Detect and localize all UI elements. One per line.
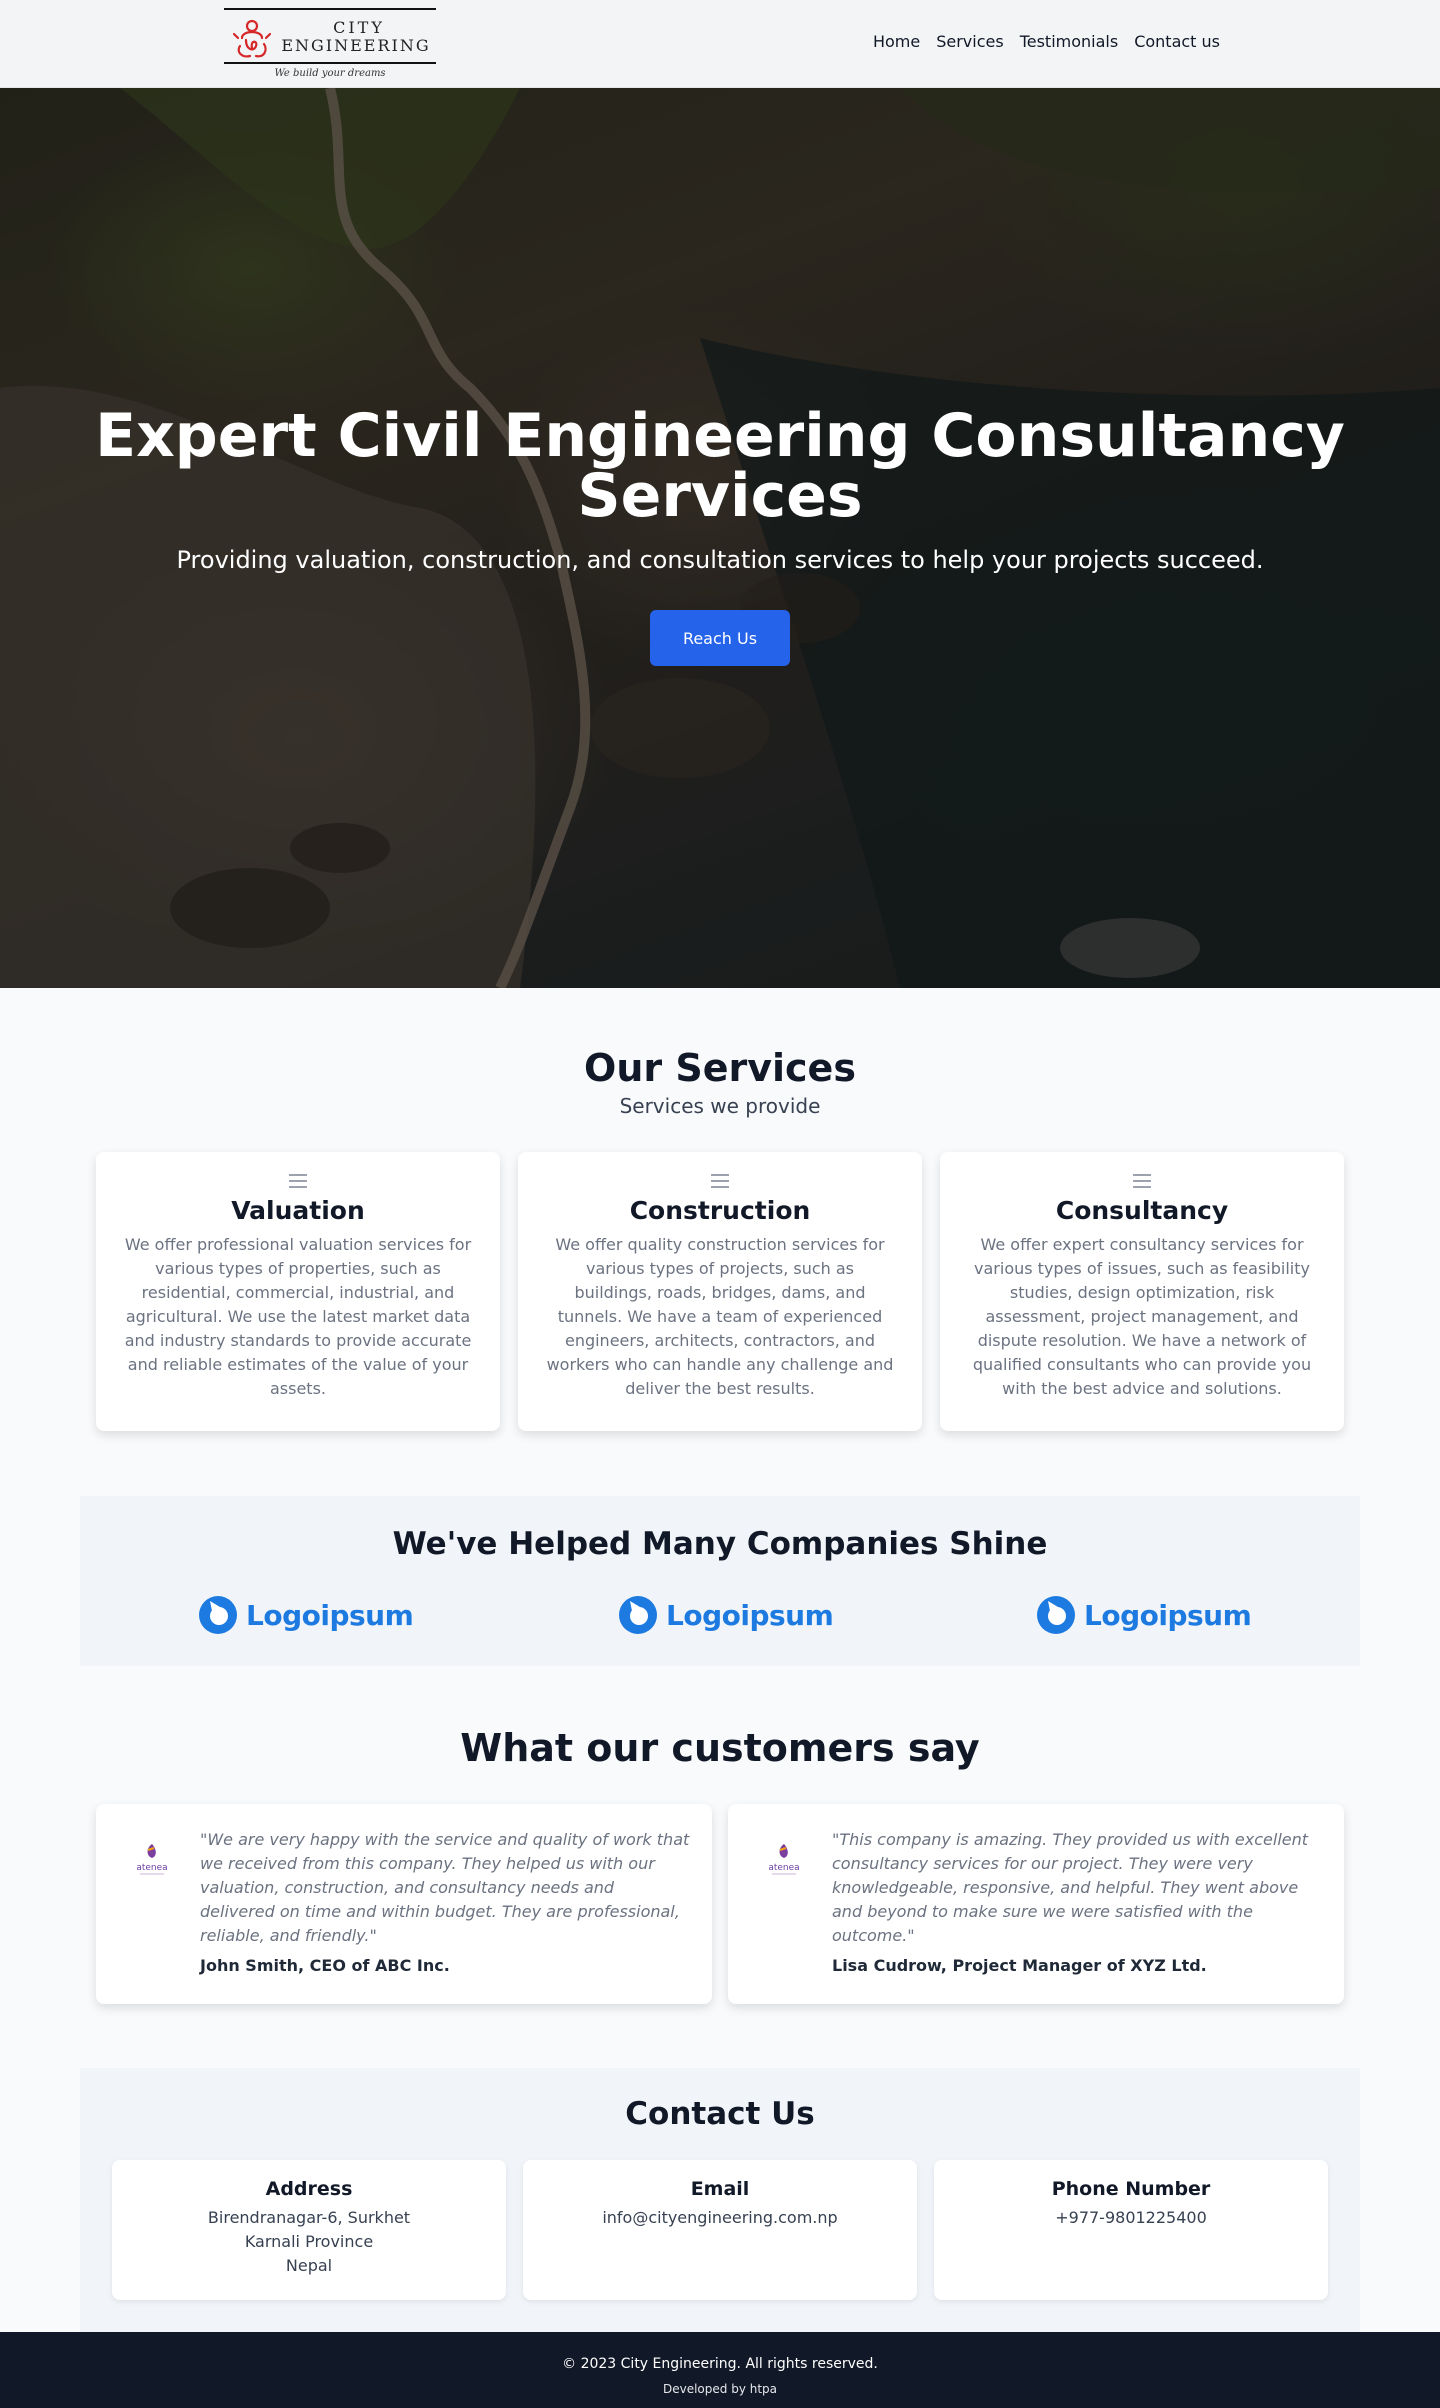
atenea-avatar-icon: atenea [768, 1844, 800, 1875]
nav-services[interactable]: Services [936, 32, 1003, 51]
reach-us-button[interactable]: Reach Us [650, 610, 790, 666]
footer-developed-by: Developed by htpa [662, 2382, 778, 2396]
logo-frame: CITY ENGINEERING [224, 8, 436, 64]
logoipsum-mark-icon [199, 1596, 237, 1634]
logo-text-engineering: ENGINEERING [281, 36, 431, 55]
contact-card-email: Email info@cityengineering.com.np [523, 2160, 917, 2300]
address-line: Birendranagar-6, Surkhet [207, 2208, 411, 2227]
logoipsum-mark-icon [619, 1596, 657, 1634]
service-description: We offer professional valuation services… [124, 1235, 472, 1398]
hero-overlay [0, 88, 1440, 988]
nav-home[interactable]: Home [873, 32, 920, 51]
logoipsum-mark-icon [1037, 1596, 1075, 1634]
email-value[interactable]: info@cityengineering.com.np [523, 2206, 917, 2230]
testimonial-author: John Smith, CEO of ABC Inc. [200, 1956, 450, 1975]
service-description: We offer expert consultancy services for… [972, 1235, 1312, 1398]
svg-text:atenea: atenea [768, 1863, 799, 1873]
ganesha-logo-icon [232, 19, 272, 58]
hero-section: Expert Civil Engineering Consultancy Ser… [0, 88, 1440, 988]
phone-value[interactable]: +977-9801225400 [934, 2206, 1328, 2230]
services-title: Our Services [584, 1046, 856, 1090]
service-title: Valuation [231, 1196, 365, 1225]
atenea-avatar-icon: atenea [136, 1844, 168, 1875]
menu-icon [711, 1174, 729, 1188]
contact-section: Contact Us Address Birendranagar-6, Surk… [80, 2068, 1360, 2332]
menu-icon [1133, 1174, 1151, 1188]
site-header: CITY ENGINEERING We build your dreams Ho… [0, 0, 1440, 88]
companies-section: We've Helped Many Companies Shine Logoip… [80, 1496, 1360, 1666]
testimonials-title: What our customers say [460, 1726, 980, 1770]
service-description: We offer quality construction services f… [546, 1235, 894, 1398]
client-logo: Logoipsum [198, 1594, 414, 1636]
service-card-construction: Construction We offer quality constructi… [518, 1152, 922, 1431]
testimonial-card: atenea "This company is amazing. They pr… [728, 1804, 1344, 2004]
site-footer: © 2023 City Engineering. All rights rese… [0, 2332, 1440, 2408]
services-subtitle: Services we provide [619, 1094, 821, 1118]
main-nav: Home Services Testimonials Contact us [873, 32, 1220, 51]
logo-tagline: We build your dreams [274, 68, 386, 79]
address-line: Karnali Province [244, 2232, 374, 2251]
svg-text:atenea: atenea [136, 1863, 167, 1873]
contact-title: Contact Us [625, 2096, 815, 2132]
testimonial-quote: "This company is amazing. They provided … [832, 1830, 1309, 1945]
logo-text-city: CITY [333, 18, 385, 37]
footer-copyright: © 2023 City Engineering. All rights rese… [562, 2356, 878, 2372]
service-title: Consultancy [1055, 1196, 1229, 1225]
client-logo-text: Logoipsum [666, 1598, 834, 1632]
hero-title: Expert Civil Engineering Consultancy Ser… [95, 401, 1345, 531]
contact-card-title: Email [690, 2178, 750, 2200]
company-logo[interactable]: CITY ENGINEERING We build your dreams [224, 8, 436, 82]
service-card-valuation: Valuation We offer professional valuatio… [96, 1152, 500, 1431]
service-title: Construction [629, 1196, 811, 1225]
client-logo: Logoipsum [618, 1594, 834, 1636]
testimonial-quote: "We are very happy with the service and … [200, 1830, 690, 1945]
hero-subtitle: Providing valuation, construction, and c… [176, 546, 1264, 574]
contact-card-address: Address Birendranagar-6, Surkhet Karnali… [112, 2160, 506, 2300]
contact-card-title: Address [265, 2178, 353, 2200]
contact-card-phone: Phone Number +977-9801225400 [934, 2160, 1328, 2300]
nav-testimonials[interactable]: Testimonials [1020, 32, 1119, 51]
service-card-consultancy: Consultancy We offer expert consultancy … [940, 1152, 1344, 1431]
companies-title: We've Helped Many Companies Shine [392, 1526, 1048, 1562]
client-logo: Logoipsum [1036, 1594, 1252, 1636]
client-logo-text: Logoipsum [1084, 1598, 1252, 1632]
contact-card-title: Phone Number [1051, 2178, 1211, 2200]
address-line: Nepal [285, 2256, 333, 2275]
testimonial-card: atenea "We are very happy with the servi… [96, 1804, 712, 2004]
menu-icon [289, 1174, 307, 1188]
testimonial-author: Lisa Cudrow, Project Manager of XYZ Ltd. [832, 1956, 1207, 1975]
client-logo-text: Logoipsum [246, 1598, 414, 1632]
nav-contact[interactable]: Contact us [1134, 32, 1220, 51]
